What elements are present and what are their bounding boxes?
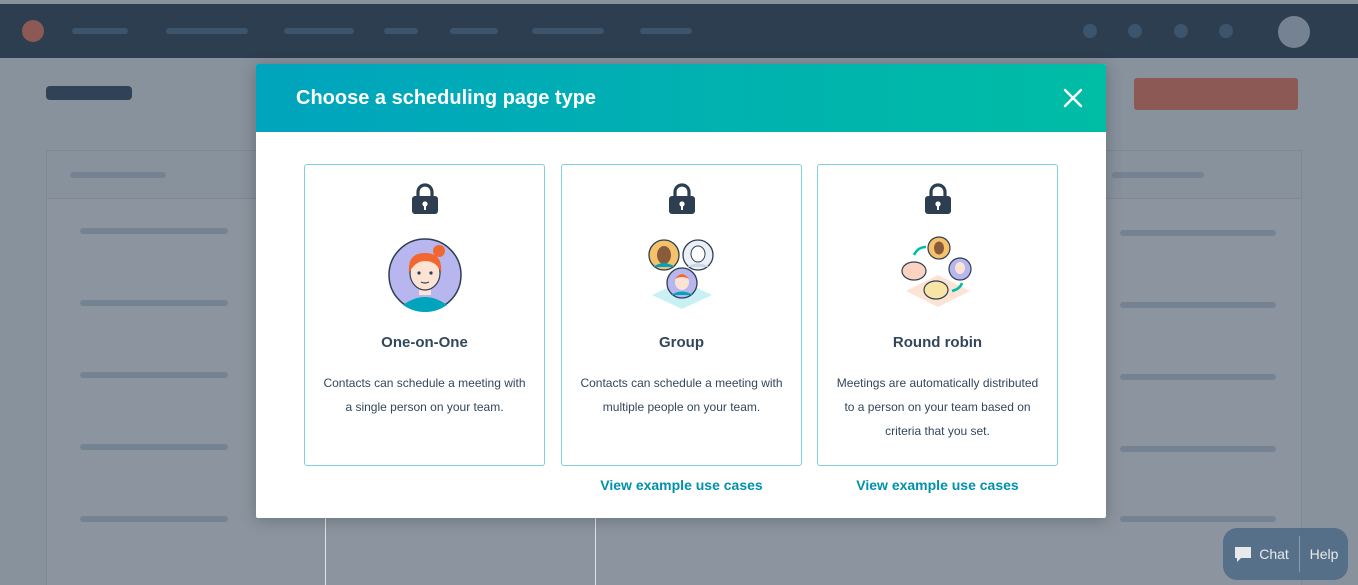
chat-widget: Chat Help — [1223, 528, 1348, 580]
close-button[interactable] — [1058, 84, 1088, 112]
lock-icon — [669, 183, 695, 214]
help-button[interactable]: Help — [1300, 528, 1348, 580]
chat-button[interactable]: Chat — [1223, 528, 1299, 580]
lock-icon — [925, 183, 951, 214]
round-robin-illustration-icon — [901, 236, 972, 307]
option-card-group[interactable]: Group Contacts can schedule a meeting wi… — [561, 164, 802, 466]
option-name: One-on-One — [381, 334, 468, 351]
option-card-one-on-one[interactable]: One-on-One Contacts can schedule a meeti… — [304, 164, 545, 466]
chat-bubble-icon — [1235, 547, 1252, 562]
modal-header: Choose a scheduling page type — [256, 64, 1106, 132]
view-example-use-cases-link-group[interactable]: View example use cases — [561, 477, 802, 493]
group-people-illustration-icon — [648, 239, 714, 309]
close-icon — [1063, 88, 1083, 108]
modal-title: Choose a scheduling page type — [296, 87, 597, 109]
option-description: Meetings are automatically distributed t… — [836, 376, 1039, 438]
option-description: Contacts can schedule a meeting with mul… — [580, 376, 783, 414]
option-name: Round robin — [892, 334, 983, 351]
chat-label: Chat — [1259, 546, 1289, 562]
scheduling-page-type-modal: Choose a scheduling page type One-on-One — [256, 64, 1106, 518]
single-person-illustration-icon — [388, 238, 462, 312]
lock-icon — [412, 183, 438, 214]
option-name: Group — [659, 334, 704, 351]
view-example-use-cases-link-round-robin[interactable]: View example use cases — [817, 477, 1058, 493]
option-card-round-robin[interactable]: Round robin Meetings are automatically d… — [817, 164, 1058, 466]
help-label: Help — [1309, 546, 1339, 562]
option-description: Contacts can schedule a meeting with a s… — [323, 376, 526, 414]
